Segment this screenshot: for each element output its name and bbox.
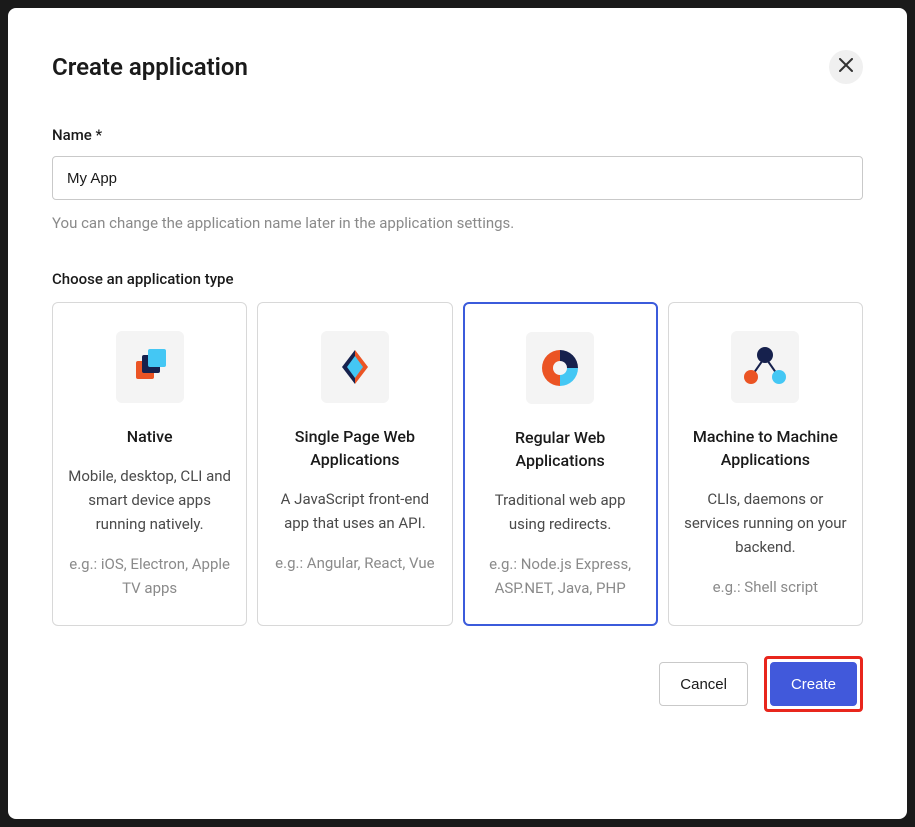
native-icon bbox=[116, 331, 184, 403]
create-button-highlight: Create bbox=[764, 656, 863, 712]
close-button[interactable] bbox=[829, 50, 863, 84]
card-desc: CLIs, daemons or services running on you… bbox=[683, 487, 848, 559]
card-regular-web[interactable]: Regular Web Applications Traditional web… bbox=[463, 302, 658, 626]
card-examples: e.g.: Node.js Express, ASP.NET, Java, PH… bbox=[479, 552, 642, 600]
modal-title: Create application bbox=[52, 53, 248, 81]
create-application-modal: Create application Name * You can change… bbox=[8, 8, 907, 819]
modal-footer: Cancel Create bbox=[52, 656, 863, 712]
type-section-label: Choose an application type bbox=[52, 270, 863, 288]
spa-icon bbox=[321, 331, 389, 403]
card-title: Machine to Machine Applications bbox=[683, 425, 848, 471]
name-label: Name * bbox=[52, 126, 863, 144]
card-title: Regular Web Applications bbox=[479, 426, 642, 472]
card-title: Single Page Web Applications bbox=[272, 425, 437, 471]
card-native[interactable]: Native Mobile, desktop, CLI and smart de… bbox=[52, 302, 247, 626]
card-spa[interactable]: Single Page Web Applications A JavaScrip… bbox=[257, 302, 452, 626]
card-examples: e.g.: iOS, Electron, Apple TV apps bbox=[67, 552, 232, 600]
name-hint: You can change the application name late… bbox=[52, 214, 863, 232]
modal-header: Create application bbox=[52, 50, 863, 84]
card-m2m[interactable]: Machine to Machine Applications CLIs, da… bbox=[668, 302, 863, 626]
m2m-icon bbox=[731, 331, 799, 403]
card-title: Native bbox=[67, 425, 232, 448]
card-desc: A JavaScript front-end app that uses an … bbox=[272, 487, 437, 535]
close-icon bbox=[839, 58, 853, 77]
application-type-grid: Native Mobile, desktop, CLI and smart de… bbox=[52, 302, 863, 626]
card-examples: e.g.: Shell script bbox=[683, 575, 848, 599]
card-desc: Mobile, desktop, CLI and smart device ap… bbox=[67, 464, 232, 536]
card-examples: e.g.: Angular, React, Vue bbox=[272, 551, 437, 575]
card-desc: Traditional web app using redirects. bbox=[479, 488, 642, 536]
regular-web-icon bbox=[526, 332, 594, 404]
create-button[interactable]: Create bbox=[770, 662, 857, 706]
name-input[interactable] bbox=[52, 156, 863, 200]
cancel-button[interactable]: Cancel bbox=[659, 662, 748, 706]
